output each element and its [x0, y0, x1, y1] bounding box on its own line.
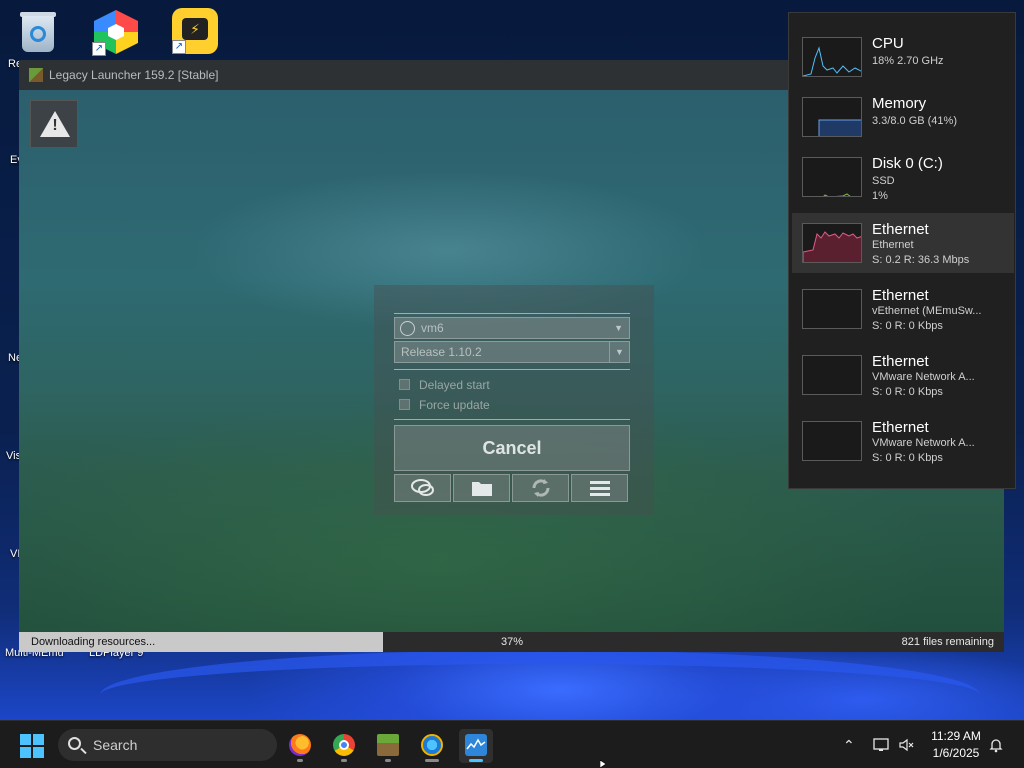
ethernet-graph — [802, 223, 862, 263]
checkbox-box[interactable] — [399, 379, 410, 390]
perf-title: Ethernet — [872, 419, 929, 436]
refresh-icon — [531, 479, 550, 497]
perf-sub: S: 0 R: 0 Kbps — [872, 452, 943, 464]
task-manager-icon[interactable] — [459, 729, 493, 763]
login-panel: vm6 ▼ Release 1.10.2 ▼ Delayed start For… — [374, 285, 654, 515]
delayed-start-checkbox[interactable]: Delayed start — [399, 377, 599, 393]
perf-sub: Ethernet — [872, 239, 914, 251]
perf-sub: S: 0 R: 0 Kbps — [872, 386, 943, 398]
progress-status: Downloading resources... — [31, 636, 156, 648]
chat-button[interactable] — [394, 474, 451, 502]
perf-item-ethernet[interactable]: Ethernet VMware Network A... S: 0 R: 0 K… — [792, 345, 1014, 405]
version-value: Release 1.10.2 — [401, 345, 482, 359]
force-update-label: Force update — [419, 398, 490, 412]
cpu-graph — [802, 37, 862, 77]
volume-muted-icon[interactable] — [898, 737, 916, 756]
perf-title: Disk 0 (C:) — [872, 155, 943, 172]
perf-sub: vEthernet (MEmuSw... — [872, 305, 982, 317]
network-icon[interactable] — [873, 737, 889, 756]
clock-time[interactable]: 11:29 AM — [926, 729, 986, 743]
minecraft-launcher-icon[interactable] — [371, 729, 405, 763]
perf-title: Ethernet — [872, 353, 929, 370]
perf-title: CPU — [872, 35, 904, 52]
perf-item-memory[interactable]: Memory 3.3/8.0 GB (41%) — [792, 87, 1014, 147]
taskbar-search[interactable]: Search — [58, 729, 277, 761]
perf-item-ethernet[interactable]: Ethernet Ethernet S: 0.2 R: 36.3 Mbps — [792, 213, 1014, 273]
divider — [394, 419, 630, 420]
chrome-icon[interactable] — [327, 729, 361, 763]
start-button[interactable] — [20, 734, 44, 758]
version-select[interactable]: Release 1.10.2 ▼ — [394, 341, 630, 363]
warning-button[interactable]: ! — [30, 100, 78, 148]
perf-sub: VMware Network A... — [872, 437, 975, 449]
folder-icon — [471, 482, 492, 496]
search-icon — [68, 737, 81, 750]
user-icon — [400, 321, 415, 336]
taskbar: Search ⌃ 11:29 AM 1/6/2025 — [0, 720, 1024, 768]
account-select[interactable]: vm6 ▼ — [394, 317, 630, 339]
perf-title: Ethernet — [872, 287, 929, 304]
download-progress-bar: Downloading resources... 37% 821 files r… — [19, 632, 1004, 652]
memory-graph — [802, 97, 862, 137]
perf-title: Ethernet — [872, 221, 929, 238]
launcher-titlebar[interactable]: Legacy Launcher 159.2 [Stable] — [19, 60, 789, 90]
ethernet-graph — [802, 289, 862, 329]
chevron-down-icon: ▼ — [614, 323, 623, 333]
chevron-down-icon[interactable]: ▼ — [609, 342, 629, 362]
clock-date[interactable]: 1/6/2025 — [926, 746, 986, 760]
perf-sub: VMware Network A... — [872, 371, 975, 383]
progress-remaining: 821 files remaining — [901, 636, 994, 648]
perf-sub: 18% 2.70 GHz — [872, 55, 944, 67]
search-placeholder: Search — [93, 737, 138, 753]
minecraft-block-icon — [29, 68, 43, 82]
refresh-button[interactable] — [512, 474, 569, 502]
shortcut-arrow-icon: ↗ — [92, 42, 106, 56]
launcher-window: Legacy Launcher 159.2 [Stable] ! vm6 ▼ R… — [19, 60, 1004, 652]
ethernet-graph — [802, 355, 862, 395]
shortcut-arrow-icon: ↗ — [172, 40, 186, 54]
perf-item-ethernet[interactable]: Ethernet vEthernet (MEmuSw... S: 0 R: 0 … — [792, 279, 1014, 339]
firefox-icon[interactable] — [283, 729, 317, 763]
multicolor-app-icon[interactable]: ↗ — [92, 8, 142, 56]
account-value: vm6 — [421, 321, 444, 335]
divider — [394, 313, 630, 314]
perf-item-ethernet[interactable]: Ethernet VMware Network A... S: 0 R: 0 K… — [792, 411, 1014, 471]
mouse-cursor-icon — [600, 760, 607, 768]
perf-sub: SSD — [872, 175, 895, 187]
ie-style-app-icon[interactable] — [415, 729, 449, 763]
cancel-button[interactable]: Cancel — [394, 425, 630, 471]
ethernet-graph — [802, 421, 862, 461]
chat-icon — [410, 479, 434, 496]
perf-sub: 3.3/8.0 GB (41%) — [872, 115, 957, 127]
perf-item-disk[interactable]: Disk 0 (C:) SSD 1% — [792, 147, 1014, 207]
perf-sub: 1% — [872, 190, 888, 202]
force-update-checkbox[interactable]: Force update — [399, 397, 599, 413]
disk-graph — [802, 157, 862, 197]
recycle-bin-icon[interactable] — [18, 8, 58, 54]
notification-bell-icon[interactable] — [988, 737, 1004, 756]
launcher-title-text: Legacy Launcher 159.2 [Stable] — [49, 68, 219, 82]
folder-button[interactable] — [453, 474, 510, 502]
chevron-up-icon[interactable]: ⌃ — [843, 737, 855, 754]
progress-percent: 37% — [501, 636, 524, 648]
checkbox-box[interactable] — [399, 399, 410, 410]
delayed-start-label: Delayed start — [419, 378, 490, 392]
ldplayer-shortcut-icon[interactable]: ⚡ ↗ — [172, 8, 218, 54]
menu-icon — [589, 481, 610, 496]
divider — [394, 369, 630, 370]
perf-sub: S: 0 R: 0 Kbps — [872, 320, 943, 332]
perf-sub: S: 0.2 R: 36.3 Mbps — [872, 254, 970, 266]
menu-button[interactable] — [571, 474, 628, 502]
perf-item-cpu[interactable]: CPU 18% 2.70 GHz — [792, 27, 1014, 87]
perf-title: Memory — [872, 95, 927, 112]
performance-panel: CPU 18% 2.70 GHz Memory 3.3/8.0 GB (41%)… — [788, 12, 1016, 489]
